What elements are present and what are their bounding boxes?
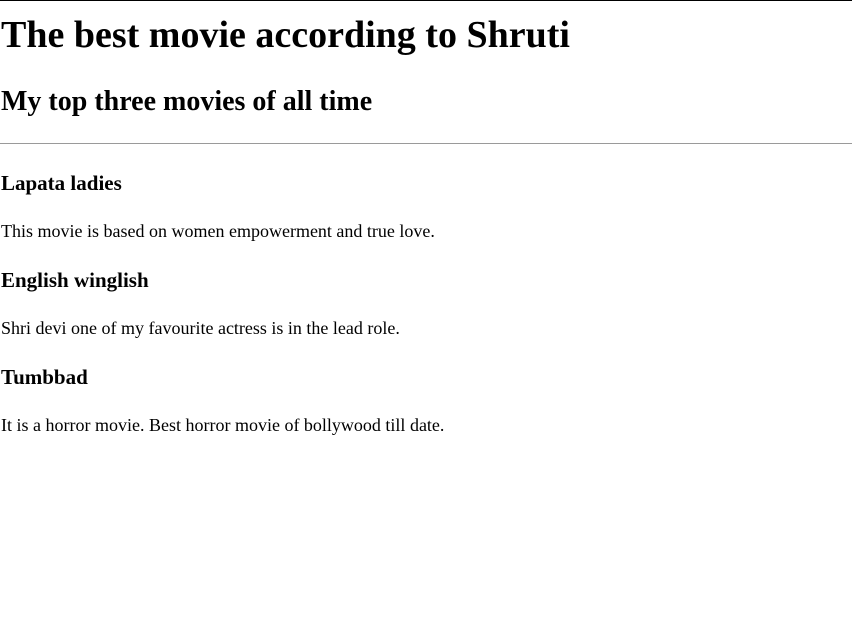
movie-description: This movie is based on women empowerment… bbox=[1, 221, 435, 241]
movie-title: English winglish bbox=[1, 268, 149, 292]
page-title: The best movie according to Shruti bbox=[1, 14, 570, 56]
movie-title: Tumbbad bbox=[1, 365, 88, 389]
section-divider bbox=[0, 143, 852, 144]
top-border-line bbox=[0, 0, 852, 1]
movie-description: Shri devi one of my favourite actress is… bbox=[1, 318, 400, 338]
movie-title: Lapata ladies bbox=[1, 171, 122, 195]
page-subtitle: My top three movies of all time bbox=[1, 86, 373, 117]
movie-description: It is a horror movie. Best horror movie … bbox=[1, 415, 445, 435]
